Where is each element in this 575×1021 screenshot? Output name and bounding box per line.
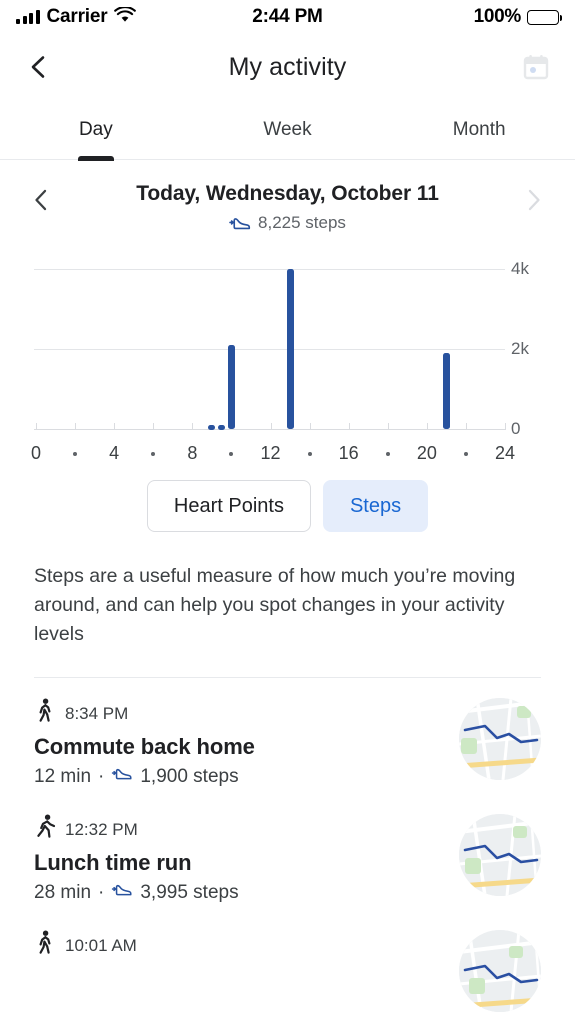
chart-bar[interactable] (227, 345, 235, 429)
chart-x-tick (153, 423, 155, 430)
activity-title: Commute back home (34, 734, 255, 759)
activity-meta-separator: · (98, 765, 105, 787)
battery-full-icon (527, 9, 563, 25)
activity-list-item[interactable]: 12:32 PM Lunch time run 28 min · 3,995 s… (34, 794, 541, 910)
activity-list: 8:34 PM Commute back home 12 min · 1,900… (0, 678, 575, 1018)
calendar-icon (523, 55, 549, 80)
period-tabs: Day Week Month (0, 100, 575, 160)
chart-x-tick (75, 423, 77, 430)
chart-bar[interactable] (218, 425, 226, 431)
walking-person-icon (34, 930, 56, 961)
tab-day[interactable]: Day (0, 100, 192, 159)
tab-month[interactable]: Month (383, 100, 575, 159)
chart-gridline (34, 269, 505, 270)
status-bar: Carrier 2:44 PM 100% (0, 0, 575, 34)
battery-percent-label: 100% (473, 6, 522, 27)
activity-steps: 3,995 steps (140, 881, 239, 903)
back-button[interactable] (22, 50, 56, 84)
chart-x-tick-dot (151, 452, 156, 456)
chart-x-tick-label: 24 (494, 443, 516, 463)
activity-map-thumbnail[interactable] (459, 814, 541, 896)
chart-x-tick-dot (307, 452, 312, 456)
chart-x-tick (270, 423, 272, 430)
chart-x-tick-dot (463, 452, 468, 456)
chart-x-tick-label: 4 (109, 443, 120, 463)
chart-x-tick-label: 16 (338, 443, 359, 463)
activity-duration: 28 min (34, 881, 92, 903)
shoe-steps-icon (111, 881, 133, 904)
heart-points-button[interactable]: Heart Points (146, 480, 311, 532)
chart-bar[interactable] (286, 269, 294, 429)
running-person-icon (34, 814, 56, 845)
activity-details: 12:32 PM Lunch time run 28 min · 3,995 s… (34, 814, 443, 904)
chart-y-tick-label: 2k (511, 339, 529, 358)
activity-time-row: 8:34 PM (34, 698, 443, 729)
steps-button[interactable]: Steps (322, 480, 429, 532)
shoe-steps-icon (229, 218, 251, 230)
selected-date-label: Today, Wednesday, October 11 (136, 182, 439, 205)
chart-x-tick (426, 423, 428, 430)
date-summary: Today, Wednesday, October 11 8,225 steps (136, 182, 439, 233)
app-header: My activity (0, 34, 575, 100)
chevron-left-icon (35, 189, 47, 210)
chart-y-tick-label: 0 (511, 419, 521, 438)
map-route-thumbnail (459, 814, 541, 896)
steps-chart[interactable]: 0 2k 4k 0 4 8 12 16 20 24 (0, 239, 575, 463)
chart-y-tick-label: 4k (511, 259, 529, 278)
chart-gridline (34, 349, 505, 350)
chevron-right-icon (528, 189, 540, 210)
activity-meta: 12 min · 1,900 steps (34, 765, 443, 788)
activity-time: 10:01 AM (65, 935, 137, 955)
activity-map-thumbnail[interactable] (459, 930, 541, 1012)
metric-description: Steps are a useful measure of how much y… (34, 565, 516, 645)
status-bar-right: 100% (473, 6, 563, 28)
activity-details: 10:01 AM (34, 930, 443, 961)
next-day-button[interactable] (519, 185, 549, 215)
app-screen: Carrier 2:44 PM 100% My activity Day Wee… (0, 0, 575, 1021)
date-navigator: Today, Wednesday, October 11 8,225 steps (0, 160, 575, 239)
chart-x-tick-label: 8 (187, 443, 198, 463)
activity-time-row: 12:32 PM (34, 814, 443, 845)
chart-x-tick-dot (73, 452, 78, 456)
chart-x-tick (348, 423, 350, 430)
chart-x-tick (36, 423, 37, 430)
walking-person-icon (34, 698, 56, 729)
activity-meta: 28 min · 3,995 steps (34, 881, 443, 904)
activity-details: 8:34 PM Commute back home 12 min · 1,900… (34, 698, 443, 788)
chart-x-axis (34, 429, 505, 430)
chart-x-tick (192, 423, 194, 430)
activity-list-item[interactable]: 10:01 AM (34, 910, 541, 1018)
page-title: My activity (228, 52, 347, 81)
chart-x-tick-label: 0 (30, 443, 42, 463)
activity-meta-separator: · (98, 881, 105, 903)
calendar-button[interactable] (519, 50, 553, 84)
chart-x-tick (387, 423, 389, 430)
activity-map-thumbnail[interactable] (459, 698, 541, 780)
previous-day-button[interactable] (26, 185, 56, 215)
activity-title: Lunch time run (34, 850, 192, 875)
chart-bar[interactable] (442, 353, 450, 429)
chart-x-tick (114, 423, 116, 430)
chart-x-tick (465, 423, 467, 430)
activity-list-item[interactable]: 8:34 PM Commute back home 12 min · 1,900… (34, 678, 541, 794)
day-steps-value: 8,225 steps (258, 213, 346, 232)
chart-x-tick-label: 20 (416, 443, 437, 463)
chart-x-tick-dot (229, 452, 234, 456)
chart-x-tick-dot (385, 452, 390, 456)
back-chevron-icon (31, 56, 45, 78)
activity-time: 8:34 PM (65, 703, 129, 723)
activity-time-row: 10:01 AM (34, 930, 443, 961)
tab-week[interactable]: Week (192, 100, 384, 159)
chart-x-tick (309, 423, 311, 430)
activity-time: 12:32 PM (65, 819, 138, 839)
shoe-steps-icon (111, 765, 133, 788)
map-route-thumbnail (459, 698, 541, 780)
activity-duration: 12 min (34, 765, 92, 787)
activity-steps: 1,900 steps (140, 765, 239, 787)
chart-x-tick-label: 12 (260, 443, 281, 463)
map-route-thumbnail (459, 930, 541, 1012)
day-steps-summary: 8,225 steps (136, 213, 439, 233)
chart-x-tick (505, 423, 506, 430)
